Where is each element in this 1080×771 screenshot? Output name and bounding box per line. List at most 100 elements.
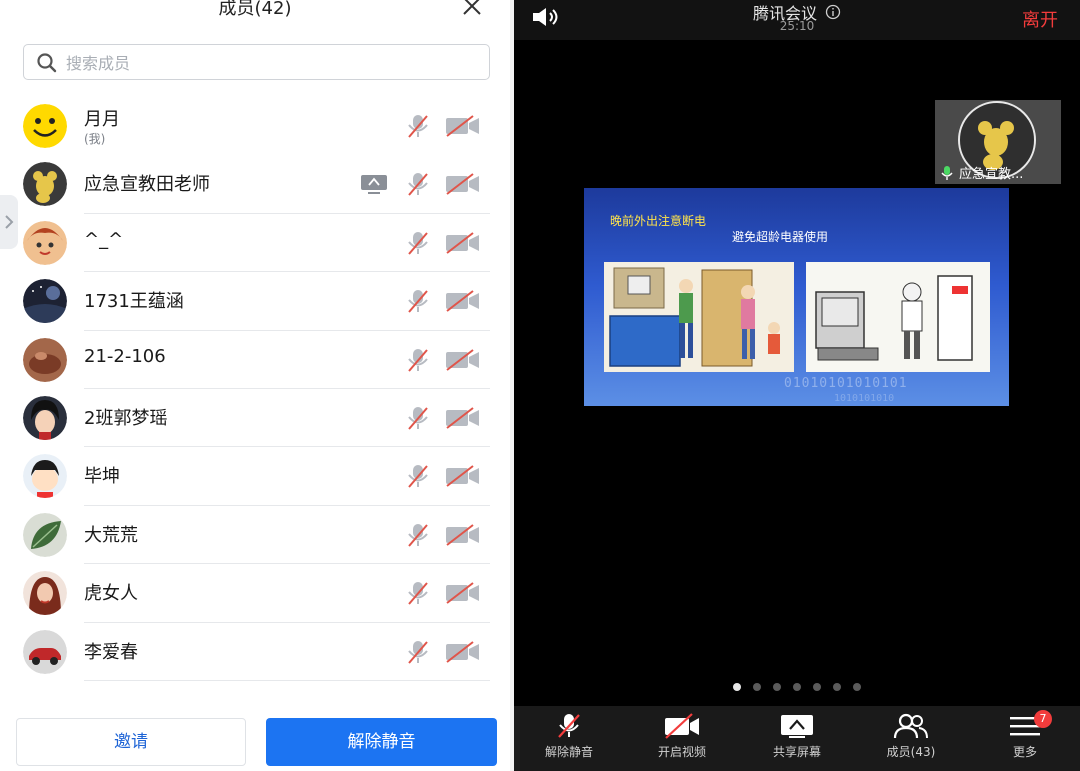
member-row[interactable]: 2班郭梦瑶 xyxy=(0,389,510,448)
member-name: 虎女人 xyxy=(84,583,138,605)
mic-muted-icon[interactable] xyxy=(405,230,431,256)
start-video-button[interactable]: 开启视频 xyxy=(637,712,727,770)
member-avatar xyxy=(23,454,67,499)
member-avatar xyxy=(23,279,67,324)
mic-muted-icon[interactable] xyxy=(405,580,431,606)
camera-off-icon[interactable] xyxy=(445,640,481,663)
page-dot[interactable] xyxy=(733,683,741,691)
mic-muted-icon[interactable] xyxy=(405,288,431,314)
page-dot[interactable] xyxy=(753,683,761,691)
meeting-topbar: 腾讯会议 25:10 离开 xyxy=(514,0,1080,40)
member-row[interactable]: 1731王蕴涵 xyxy=(0,272,510,331)
page-dot[interactable] xyxy=(773,683,781,691)
row-divider xyxy=(84,679,490,681)
shared-slide: 晚前外出注意断电 避免超龄电器使用 01010101010101 1010101… xyxy=(584,188,1009,406)
member-row[interactable]: 应急宣教田老师 xyxy=(0,155,510,214)
member-row[interactable]: 虎女人 xyxy=(0,564,510,623)
search-input[interactable] xyxy=(66,49,466,77)
unmute-button[interactable]: 解除静音 xyxy=(524,712,614,770)
member-avatar xyxy=(23,337,67,382)
app-root: 成员(42) 月月 (我) 应急宣教田老师 ^_^ 1731王蕴涵 21-2-106 2班郭… xyxy=(0,0,1080,771)
mic-muted-icon[interactable] xyxy=(405,113,431,139)
screen-share-icon xyxy=(360,173,388,195)
camera-off-icon[interactable] xyxy=(445,173,481,196)
member-row[interactable]: 21-2-106 xyxy=(0,331,510,389)
mic-muted-icon[interactable] xyxy=(405,171,431,197)
slide-binary-text: 01010101010101 xyxy=(784,376,908,391)
member-name: ^_^ xyxy=(84,228,124,250)
meeting-view: 腾讯会议 25:10 离开 应急宣教... 晚前外出注意断电 避免超龄电器使用 … xyxy=(514,0,1080,771)
member-name: 应急宣教田老师 xyxy=(84,174,210,196)
member-avatar xyxy=(23,629,67,674)
leave-button[interactable]: 离开 xyxy=(1022,6,1058,32)
member-name: 21-2-106 xyxy=(84,345,166,367)
search-box[interactable] xyxy=(23,44,490,80)
mic-muted-icon[interactable] xyxy=(405,639,431,665)
member-row[interactable]: 大荒荒 xyxy=(0,506,510,565)
mic-muted-icon[interactable] xyxy=(405,347,431,373)
member-name: 月月 xyxy=(84,109,120,130)
share-screen-icon xyxy=(781,715,813,738)
close-icon xyxy=(463,0,481,15)
member-name: 毕坤 xyxy=(84,466,120,488)
member-avatar xyxy=(23,220,67,265)
member-name: 大荒荒 xyxy=(84,524,138,546)
invite-button[interactable]: 邀请 xyxy=(16,718,246,766)
video-off-icon xyxy=(665,713,699,739)
slide-illustration-left xyxy=(604,262,794,372)
camera-off-icon[interactable] xyxy=(445,582,481,604)
members-panel: 成员(42) 月月 (我) 应急宣教田老师 ^_^ 1731王蕴涵 21-2-106 2班郭… xyxy=(0,0,510,771)
close-button[interactable] xyxy=(460,0,484,18)
member-avatar xyxy=(23,162,67,207)
share-screen-label: 共享屏幕 xyxy=(772,745,821,759)
slide-line-1: 晚前外出注意断电 xyxy=(610,214,707,228)
page-dot[interactable] xyxy=(813,683,821,691)
page-indicator xyxy=(514,683,1080,691)
member-name: 李爱春 xyxy=(84,641,138,663)
member-name: 1731王蕴涵 xyxy=(84,291,184,313)
meeting-toolbar: 解除静音 开启视频 共享屏幕 成员(43) 7 更多 xyxy=(514,706,1080,771)
mic-muted-icon[interactable] xyxy=(405,463,431,489)
page-dot[interactable] xyxy=(793,683,801,691)
camera-off-icon[interactable] xyxy=(445,348,481,371)
member-row[interactable]: ^_^ xyxy=(0,214,510,273)
panel-title: 成员(42) xyxy=(218,0,292,19)
member-row[interactable]: 月月 (我) xyxy=(0,97,510,155)
members-label: 成员(43) xyxy=(886,745,936,759)
member-avatar xyxy=(23,571,67,616)
camera-off-icon[interactable] xyxy=(445,523,481,546)
search-icon xyxy=(37,53,57,73)
camera-off-icon[interactable] xyxy=(445,465,481,488)
slide-binary-text-2: 1010101010 xyxy=(834,393,895,404)
member-row[interactable]: 毕坤 xyxy=(0,447,510,506)
member-avatar xyxy=(23,104,67,148)
member-avatar xyxy=(23,395,67,440)
panel-actions: 邀请 解除静音 xyxy=(0,700,510,771)
share-screen-button[interactable]: 共享屏幕 xyxy=(752,712,842,770)
member-row[interactable]: 李爱春 xyxy=(0,623,510,681)
info-icon[interactable] xyxy=(825,4,841,20)
camera-off-icon[interactable] xyxy=(445,231,481,254)
meeting-timer: 25:10 xyxy=(779,19,815,33)
camera-off-icon[interactable] xyxy=(445,407,481,429)
start-video-label: 开启视频 xyxy=(657,745,706,759)
page-dot[interactable] xyxy=(833,683,841,691)
more-label: 更多 xyxy=(1012,745,1037,759)
camera-off-icon[interactable] xyxy=(445,290,481,312)
members-button[interactable]: 成员(43) xyxy=(866,712,956,770)
unmute-all-button[interactable]: 解除静音 xyxy=(266,718,497,766)
more-badge: 7 xyxy=(1034,710,1052,728)
speaker-name: 应急宣教... xyxy=(959,167,1024,182)
unmute-label: 解除静音 xyxy=(544,745,593,759)
slide-illustration-right xyxy=(806,262,990,372)
member-avatar xyxy=(23,512,67,557)
muted-mic-icon xyxy=(558,714,580,738)
member-list: 月月 (我) 应急宣教田老师 ^_^ 1731王蕴涵 21-2-106 2班郭梦瑶毕坤大荒荒… xyxy=(0,97,510,681)
speaker-thumbnail[interactable]: 应急宣教... xyxy=(935,100,1061,184)
page-dot[interactable] xyxy=(853,683,861,691)
camera-off-icon[interactable] xyxy=(445,115,481,137)
more-button[interactable]: 7 更多 xyxy=(980,710,1070,770)
mic-muted-icon[interactable] xyxy=(405,522,431,548)
member-name: 2班郭梦瑶 xyxy=(84,407,168,429)
mic-muted-icon[interactable] xyxy=(405,405,431,431)
